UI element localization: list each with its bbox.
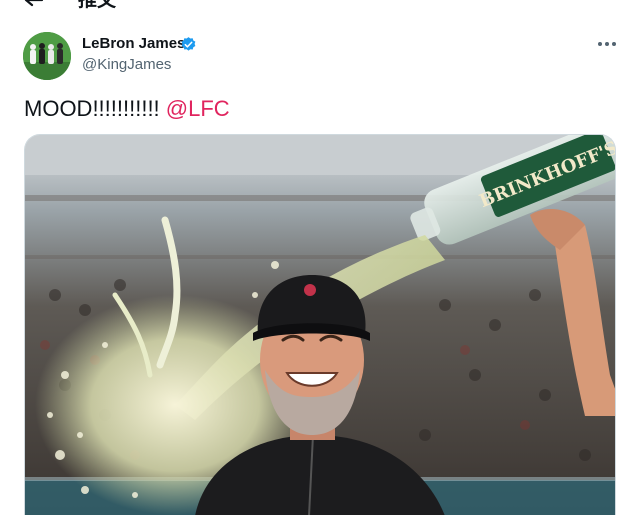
tweet-text: MOOD!!!!!!!!!!! @LFC [24, 96, 230, 122]
arrow-left-icon[interactable] [22, 0, 44, 12]
more-horizontal-icon[interactable] [596, 37, 618, 51]
top-bar: 推文 [0, 0, 640, 14]
avatar-image [23, 32, 71, 80]
tweet-media-image[interactable]: BRINKHOFF'S [24, 134, 616, 515]
mention-link[interactable]: @LFC [166, 96, 230, 121]
page-title: 推文 [78, 0, 117, 11]
avatar[interactable] [23, 32, 71, 80]
tweet-text-body: MOOD!!!!!!!!!!! [24, 96, 166, 121]
verified-badge-icon [181, 37, 196, 51]
author-name[interactable]: LeBron James [82, 35, 185, 53]
author-handle[interactable]: @KingJames [82, 56, 171, 74]
celebration-photo: BRINKHOFF'S [25, 135, 615, 515]
